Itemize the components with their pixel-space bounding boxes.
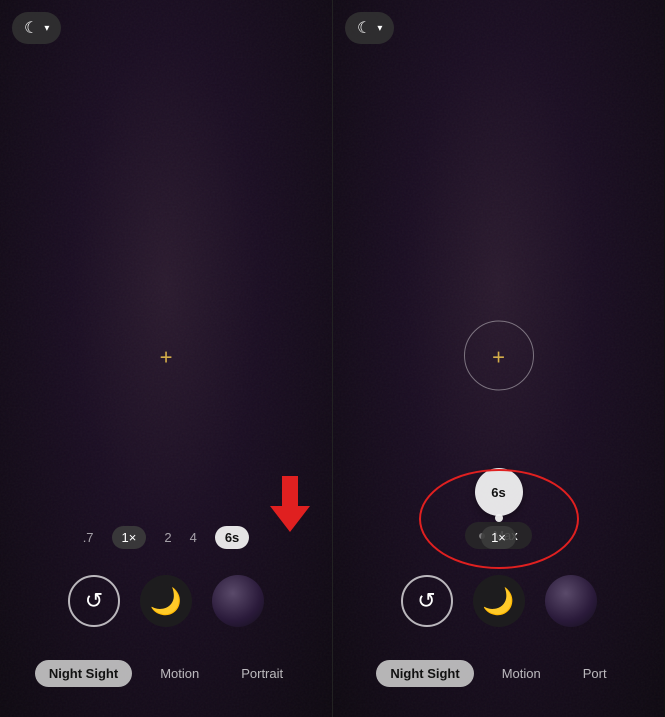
focus-circle <box>464 320 534 390</box>
right-panel: ☾ ▾ + 6s Max 1× ↺ 🌙 Night Sight Motion P… <box>332 0 664 717</box>
right-moon-button[interactable]: 🌙 <box>473 575 525 627</box>
right-zoom-1x[interactable]: 1× <box>481 526 516 549</box>
left-moon-icon: ☾ <box>24 18 38 38</box>
right-mode-selector[interactable]: ☾ ▾ <box>345 12 394 44</box>
right-moon-icon: ☾ <box>357 18 371 38</box>
right-top-bar: ☾ ▾ <box>345 12 394 44</box>
left-tab-night-sight[interactable]: Night Sight <box>35 660 132 687</box>
red-arrow-icon <box>268 476 312 539</box>
left-chevron-icon: ▾ <box>44 23 49 34</box>
left-moon-btn-icon: 🌙 <box>150 586 182 617</box>
right-mode-tabs: Night Sight Motion Port <box>333 660 664 687</box>
right-rotate-icon: ↺ <box>417 588 435 614</box>
left-crosshair: + <box>160 344 173 370</box>
right-portrait-button[interactable] <box>545 575 597 627</box>
left-rotate-button[interactable]: ↺ <box>68 575 120 627</box>
zoom-6s[interactable]: 6s <box>215 526 249 549</box>
zoom-point7[interactable]: .7 <box>83 530 94 545</box>
left-top-bar: ☾ ▾ <box>12 12 61 44</box>
right-zoom-bar: 1× <box>333 526 664 549</box>
right-rotate-button[interactable]: ↺ <box>401 575 453 627</box>
left-tab-motion[interactable]: Motion <box>146 660 213 687</box>
left-camera-controls: ↺ 🌙 <box>0 575 332 627</box>
zoom-2[interactable]: 2 <box>164 530 171 545</box>
zoom-1x[interactable]: 1× <box>112 526 147 549</box>
left-rotate-icon: ↺ <box>85 588 103 614</box>
left-mode-tabs: Night Sight Motion Portrait <box>0 660 332 687</box>
right-tab-portrait[interactable]: Port <box>569 660 621 687</box>
left-moon-button[interactable]: 🌙 <box>140 575 192 627</box>
left-mode-selector[interactable]: ☾ ▾ <box>12 12 61 44</box>
right-tab-night-sight[interactable]: Night Sight <box>376 660 473 687</box>
left-tab-portrait[interactable]: Portrait <box>227 660 297 687</box>
zoom-4[interactable]: 4 <box>190 530 197 545</box>
right-chevron-icon: ▾ <box>377 23 382 34</box>
right-tab-motion[interactable]: Motion <box>488 660 555 687</box>
left-portrait-button[interactable] <box>212 575 264 627</box>
right-moon-btn-icon: 🌙 <box>482 586 514 617</box>
exposure-bubble[interactable]: 6s <box>475 468 523 516</box>
left-panel: ☾ ▾ + .7 1× 2 4 6s ↺ 🌙 Night Sight Motio… <box>0 0 332 717</box>
right-camera-controls: ↺ 🌙 <box>333 575 664 627</box>
